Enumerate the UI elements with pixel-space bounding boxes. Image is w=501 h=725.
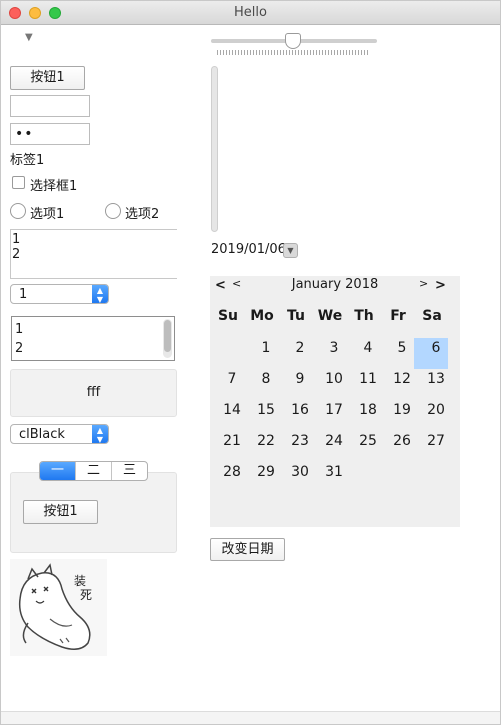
list-item[interactable]: 3	[15, 358, 23, 360]
sticker-caption: 死	[80, 588, 92, 602]
calendar-day[interactable]: 31	[318, 464, 350, 480]
calendar-day[interactable]: 9	[284, 371, 316, 387]
calendar-day[interactable]: 29	[250, 464, 282, 480]
chevron-updown-icon[interactable]: ▲ ▼	[92, 285, 108, 304]
memo-line: 2	[12, 247, 21, 262]
chevron-updown-icon[interactable]: ▲ ▼	[92, 425, 108, 444]
calendar-day[interactable]: 23	[284, 433, 316, 449]
checkbox-1-label[interactable]: 选择框1	[30, 175, 77, 194]
window-bottom-bar	[1, 711, 500, 724]
segment-3[interactable]: 三	[111, 462, 147, 480]
color-combo-value: clBlack	[19, 427, 65, 442]
list-box[interactable]: 1 2 3	[11, 316, 175, 361]
group-button-1[interactable]: 按钮1	[23, 500, 98, 524]
calendar-day[interactable]: 13	[420, 371, 452, 387]
segmented-control[interactable]: 一 二 三	[39, 461, 148, 481]
weekday-header: Th	[354, 308, 374, 324]
password-field[interactable]: ••	[10, 123, 90, 145]
sticker-caption: 装	[74, 574, 86, 588]
next-year-button[interactable]: >	[435, 278, 446, 293]
text-panel: fff	[10, 369, 177, 417]
calendar-day[interactable]: 14	[216, 402, 248, 418]
sticker-image: 装 死	[10, 559, 107, 656]
calendar-day[interactable]: 28	[216, 464, 248, 480]
next-month-button[interactable]: >	[419, 277, 428, 290]
calendar-day[interactable]: 1	[250, 340, 282, 356]
calendar-day[interactable]: 8	[250, 371, 282, 387]
calendar-day[interactable]: 3	[318, 340, 350, 356]
list-item[interactable]: 2	[15, 339, 23, 358]
calendar-day[interactable]: 25	[352, 433, 384, 449]
slider-thumb[interactable]	[285, 33, 301, 49]
radio-option-1[interactable]	[10, 203, 26, 219]
calendar-day[interactable]: 22	[250, 433, 282, 449]
weekday-header: Fr	[390, 308, 406, 324]
radio-option-1-label[interactable]: 选项1	[30, 203, 64, 222]
panel-text: fff	[86, 385, 101, 400]
segment-1[interactable]: 一	[40, 462, 75, 480]
weekday-header: Su	[217, 308, 239, 324]
calendar-day[interactable]: 12	[386, 371, 418, 387]
list-item[interactable]: 1	[15, 320, 23, 339]
weekday-header: Tu	[287, 308, 305, 324]
calendar-day[interactable]: 18	[352, 402, 384, 418]
calendar-day[interactable]: 19	[386, 402, 418, 418]
calendar-day[interactable]: 4	[352, 340, 384, 356]
calendar-day[interactable]: 16	[284, 402, 316, 418]
title-bar[interactable]: Hello	[1, 1, 500, 25]
cat-sticker-icon: 装 死	[18, 563, 92, 650]
calendar-day[interactable]: 17	[318, 402, 350, 418]
dropdown-arrow-icon[interactable]: ▼	[25, 32, 33, 43]
weekday-header: We	[317, 308, 343, 324]
password-value: ••	[15, 126, 34, 142]
memo-line: 1	[12, 232, 21, 247]
calendar-day[interactable]: 11	[352, 371, 384, 387]
month-calendar[interactable]: < < January 2018 > > Su Mo Tu We Th Fr Sa 1234…	[210, 276, 460, 527]
calendar-day[interactable]: 27	[420, 433, 452, 449]
calendar-day[interactable]: 26	[386, 433, 418, 449]
calendar-day[interactable]: 15	[250, 402, 282, 418]
slider-ticks	[217, 50, 369, 55]
segment-2[interactable]: 二	[75, 462, 111, 480]
color-combo-box[interactable]: clBlack ▲ ▼	[10, 424, 109, 444]
list-scrollbar-thumb[interactable]	[164, 320, 171, 352]
calendar-day[interactable]: 21	[216, 433, 248, 449]
checkbox-1[interactable]	[12, 176, 25, 189]
spin-combo-box[interactable]: 1 ▲ ▼	[10, 284, 109, 304]
date-picker-value[interactable]: 2019/01/06	[211, 242, 286, 257]
calendar-day[interactable]: 30	[284, 464, 316, 480]
spin-combo-value: 1	[19, 287, 28, 302]
list-scrollbar[interactable]	[163, 319, 172, 358]
memo-text-area[interactable]: 1 2	[10, 229, 177, 279]
calendar-day[interactable]: 5	[386, 340, 418, 356]
radio-option-2-label[interactable]: 选项2	[125, 203, 159, 222]
radio-option-2[interactable]	[105, 203, 121, 219]
app-window: Hello ▼ 按钮1 •• 标签1 选择框1 选项1 选项2 1 2 1 ▲ ▼…	[0, 0, 501, 725]
text-edit-field[interactable]	[10, 95, 90, 117]
chevron-down-icon[interactable]: ▼	[283, 243, 298, 258]
change-date-button[interactable]: 改变日期	[210, 538, 285, 561]
calendar-day[interactable]: 6	[420, 340, 452, 356]
window-title: Hello	[234, 5, 267, 20]
button-1[interactable]: 按钮1	[10, 66, 85, 90]
calendar-day[interactable]: 24	[318, 433, 350, 449]
calendar-day[interactable]: 10	[318, 371, 350, 387]
calendar-day[interactable]: 2	[284, 340, 316, 356]
label-1: 标签1	[10, 153, 45, 168]
calendar-day[interactable]: 20	[420, 402, 452, 418]
weekday-header: Mo	[250, 308, 274, 324]
weekday-header: Sa	[422, 308, 442, 324]
calendar-day[interactable]: 7	[216, 371, 248, 387]
vertical-scrollbar[interactable]	[211, 66, 218, 232]
